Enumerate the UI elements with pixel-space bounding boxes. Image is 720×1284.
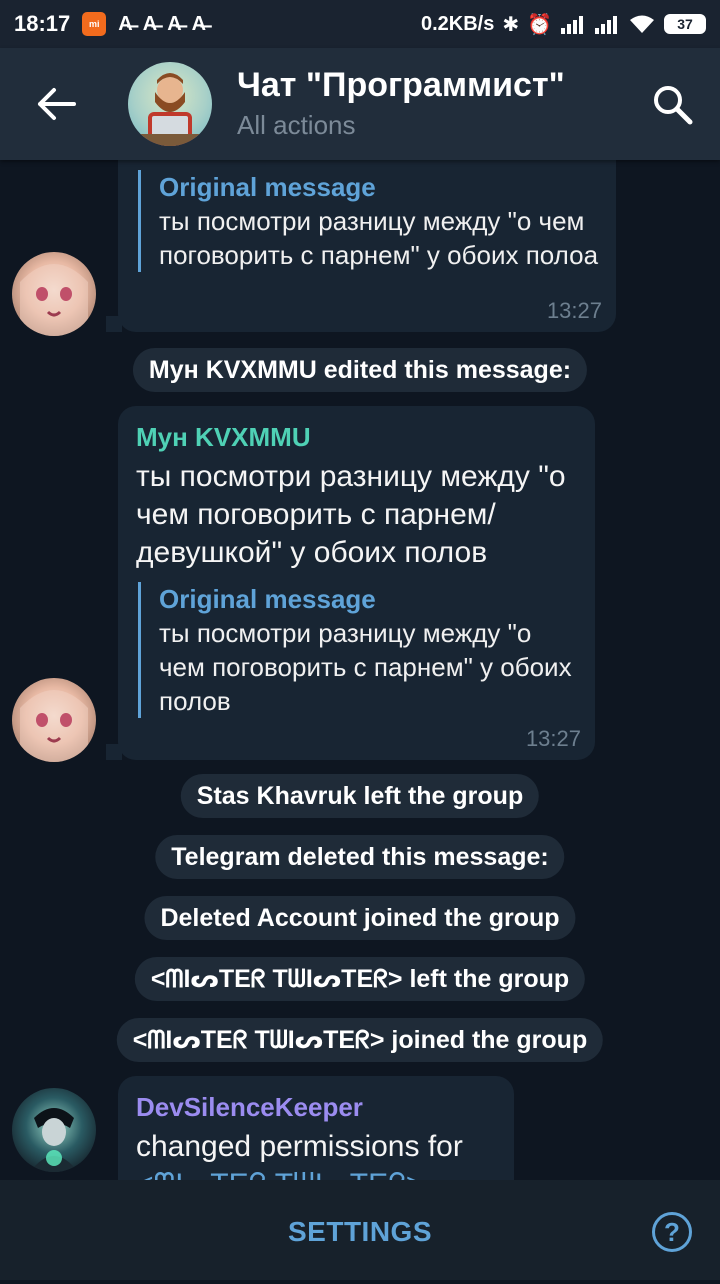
anime-avatar-icon [20, 264, 88, 336]
message-text: ты посмотри разницу между "о чем поговор… [136, 460, 566, 569]
message-time: 13:27 [525, 726, 581, 751]
message-bubble[interactable]: DevSilenceKeeper changed permissions for… [118, 1076, 514, 1180]
notification-icon: A̶ [191, 12, 207, 35]
bluetooth-icon: ✱ [502, 13, 520, 36]
programmer-avatar-icon [138, 73, 202, 146]
help-icon[interactable]: ? [652, 1212, 692, 1252]
status-bar: 18:17 mi A̶ A̶ A̶ A̶ 0.2KB/s ✱ ⏰ 37 [0, 0, 720, 48]
anime-avatar-icon [20, 690, 88, 762]
quoted-message: Original message ты посмотри разницу меж… [138, 170, 599, 272]
user-avatar[interactable] [12, 678, 96, 762]
mention-link[interactable]: <ᗰIᔕTEᖇ TᗯIᔕTEᖇ> [136, 1166, 506, 1180]
bottom-bar: SETTINGS ? [0, 1180, 720, 1280]
signal-icon [595, 16, 617, 34]
service-message: Telegram deleted this message: [155, 835, 565, 879]
service-message: <ᗰIᔕTEᖇ TᗯIᔕTEᖇ> joined the group [116, 1018, 604, 1062]
chat-header: Чат "Программист" All actions [0, 48, 720, 160]
quote-title: Original message [159, 172, 376, 202]
wifi-icon [630, 15, 654, 33]
status-right: 0.2KB/s ✱ ⏰ 37 [421, 0, 706, 48]
sender-name[interactable]: Мун KVXMMU [136, 422, 311, 453]
bubble-tail [106, 316, 122, 332]
signal-icon [561, 16, 583, 34]
battery-icon: 37 [664, 14, 706, 34]
quoted-message: Original message ты посмотри разницу меж… [138, 582, 579, 718]
settings-button[interactable]: SETTINGS [0, 1180, 720, 1280]
status-time: 18:17 [14, 11, 71, 36]
bubble-tail [106, 744, 122, 760]
sender-name[interactable]: DevSilenceKeeper [136, 1092, 363, 1123]
chat-area[interactable]: Original message ты посмотри разницу меж… [0, 160, 720, 1180]
message-bubble[interactable]: Original message ты посмотри разницу меж… [118, 160, 616, 332]
chat-title: Чат "Программист" [237, 66, 565, 104]
group-avatar[interactable] [128, 62, 212, 146]
service-message: <ᗰIᔕTEᖇ TᗯIᔕTEᖇ> left the group [134, 957, 586, 1001]
alarm-icon: ⏰ [527, 13, 552, 36]
quote-text: ты посмотри разницу между "о чем поговор… [159, 618, 572, 716]
quote-text: ты посмотри разницу между "о чем поговор… [159, 206, 599, 270]
chat-subtitle: All actions [237, 110, 356, 140]
message-text: changed permissions for [136, 1130, 463, 1163]
notification-icon: A̶ [167, 12, 182, 35]
net-speed: 0.2KB/s [420, 12, 495, 35]
notification-icon: A̶ [118, 12, 133, 35]
user-avatar[interactable] [12, 252, 96, 336]
message-bubble[interactable]: Мун KVXMMU ты посмотри разницу между "о … [118, 406, 595, 760]
service-message: Deleted Account joined the group [144, 896, 576, 940]
service-message: Мун KVXMMU edited this message: [132, 348, 588, 392]
notification-icon: A̶ [142, 12, 158, 35]
service-message: Stas Khavruk left the group [180, 774, 540, 818]
quote-title: Original message [159, 584, 376, 614]
mi-icon: mi [82, 12, 107, 36]
message-time: 13:27 [546, 298, 602, 323]
back-arrow-icon[interactable] [34, 84, 78, 124]
search-icon[interactable] [650, 82, 694, 126]
dev-avatar-icon [30, 1108, 78, 1172]
user-avatar[interactable] [12, 1088, 96, 1172]
